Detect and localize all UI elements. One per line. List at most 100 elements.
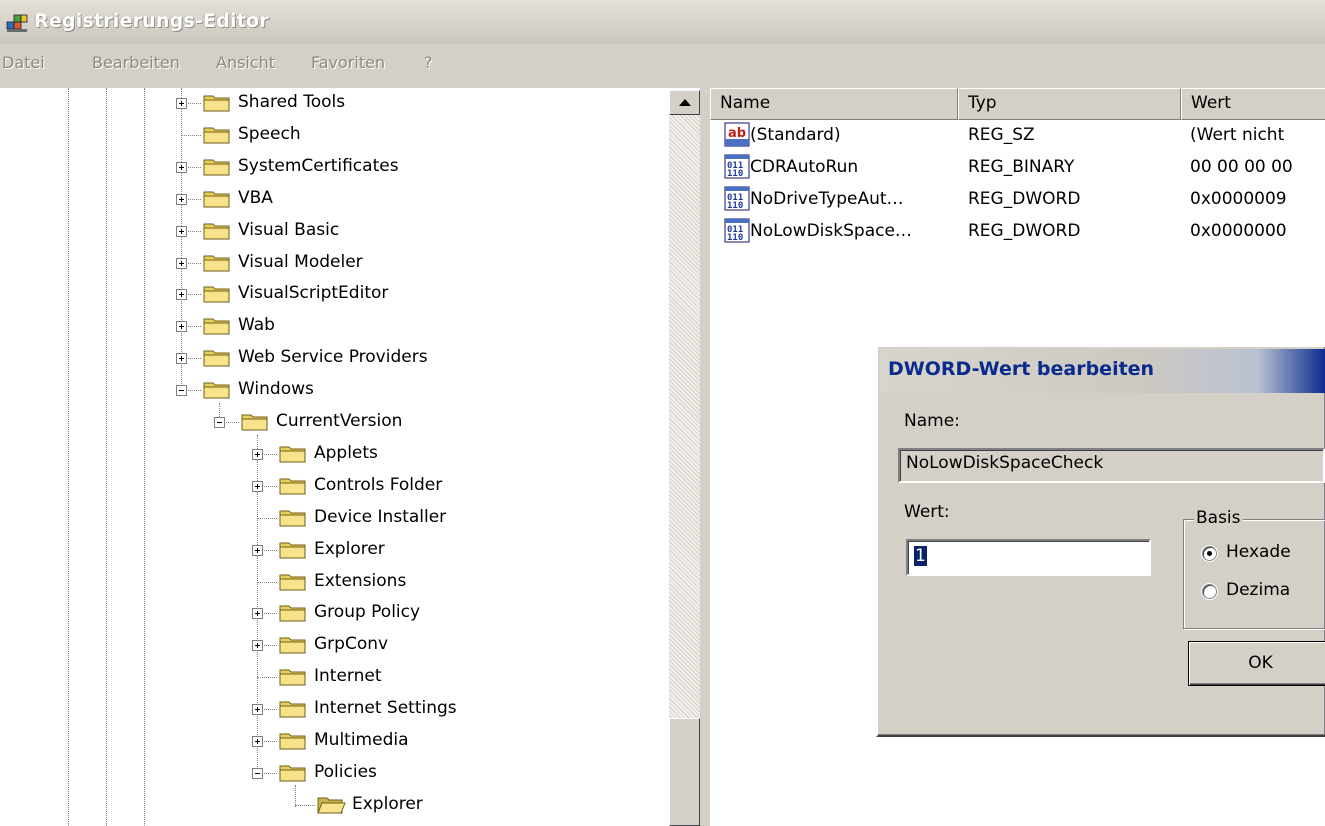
svg-text:110: 110 bbox=[727, 169, 743, 179]
expand-icon[interactable] bbox=[252, 449, 263, 460]
menu-bearbeiten[interactable]: Bearbeiten bbox=[92, 53, 180, 72]
tree-node-label[interactable]: Multimedia bbox=[314, 729, 409, 751]
scroll-thumb[interactable] bbox=[669, 718, 700, 826]
row-type: REG_BINARY bbox=[968, 157, 1075, 177]
expand-icon[interactable] bbox=[176, 353, 187, 364]
name-field[interactable]: NoLowDiskSpaceCheck bbox=[898, 448, 1325, 483]
tree-node-label[interactable]: Windows bbox=[238, 378, 314, 400]
tree-scrollbar[interactable] bbox=[669, 90, 700, 826]
column-header-name[interactable]: Name bbox=[710, 88, 958, 120]
expand-icon[interactable] bbox=[252, 704, 263, 715]
folder-icon bbox=[279, 574, 306, 591]
tree-node-label[interactable]: VisualScriptEditor bbox=[238, 282, 388, 304]
radio-hexadecimal-label[interactable]: Hexade bbox=[1226, 542, 1291, 562]
table-row[interactable]: ab (Standard) REG_SZ (Wert nicht bbox=[710, 121, 1325, 153]
row-value: 0x0000000 bbox=[1190, 221, 1287, 241]
value-label: Wert: bbox=[904, 502, 950, 522]
binary-value-icon: 011110 bbox=[724, 154, 750, 179]
value-input[interactable]: 1 bbox=[906, 539, 1151, 576]
scroll-up-button[interactable] bbox=[669, 90, 700, 115]
radio-decimal[interactable] bbox=[1202, 584, 1217, 599]
collapse-icon[interactable] bbox=[252, 768, 263, 779]
folder-icon bbox=[279, 510, 306, 527]
folder-icon bbox=[203, 95, 230, 112]
expand-icon[interactable] bbox=[176, 162, 187, 173]
folder-icon bbox=[203, 318, 230, 335]
expand-icon[interactable] bbox=[176, 289, 187, 300]
value-input-text: 1 bbox=[914, 546, 927, 566]
list-header: Name Typ Wert bbox=[710, 88, 1325, 120]
row-value: (Wert nicht bbox=[1190, 125, 1285, 145]
tree-node-label[interactable]: VBA bbox=[238, 187, 273, 209]
expand-icon[interactable] bbox=[176, 226, 187, 237]
svg-text:ab: ab bbox=[728, 126, 746, 141]
folder-icon bbox=[279, 701, 306, 718]
string-value-icon: ab bbox=[724, 122, 750, 147]
expand-icon[interactable] bbox=[176, 98, 187, 109]
table-row[interactable]: 011 110 NoLowDiskSpace… REG_DWORD 0x0000000 bbox=[710, 217, 1325, 249]
registry-tree[interactable]: Shared Tools Speech SystemCertificates VBA V… bbox=[0, 88, 700, 826]
folder-icon bbox=[279, 542, 306, 559]
svg-text:110: 110 bbox=[727, 233, 743, 243]
folder-icon bbox=[203, 159, 230, 176]
folder-icon bbox=[279, 765, 306, 782]
row-name: CDRAutoRun bbox=[750, 157, 859, 177]
title-bar: Registrierungs-Editor bbox=[0, 0, 1325, 45]
row-type: REG_SZ bbox=[968, 125, 1035, 145]
menu-help[interactable]: ? bbox=[424, 53, 433, 72]
tree-node-label[interactable]: Visual Modeler bbox=[238, 251, 363, 273]
table-row[interactable]: 011 110 NoDriveTypeAut… REG_DWORD 0x0000009 bbox=[710, 185, 1325, 217]
folder-icon bbox=[279, 637, 306, 654]
svg-text:110: 110 bbox=[727, 201, 743, 211]
edit-dword-dialog: DWORD-Wert bearbeiten Name: NoLowDiskSpa… bbox=[876, 345, 1325, 737]
tree-node-label[interactable]: Internet bbox=[314, 665, 382, 687]
tree-node-label[interactable]: CurrentVersion bbox=[276, 410, 402, 432]
menu-ansicht[interactable]: Ansicht bbox=[216, 53, 275, 72]
table-row[interactable]: 011 110 CDRAutoRun REG_BINARY 00 00 00 00 bbox=[710, 153, 1325, 185]
tree-node-label[interactable]: Shared Tools bbox=[238, 91, 345, 113]
menu-favoriten[interactable]: Favoriten bbox=[311, 53, 385, 72]
expand-icon[interactable] bbox=[176, 194, 187, 205]
expand-icon[interactable] bbox=[252, 608, 263, 619]
tree-node-label[interactable]: Internet Settings bbox=[314, 697, 457, 719]
column-header-value[interactable]: Wert bbox=[1181, 88, 1325, 120]
folder-icon bbox=[203, 286, 230, 303]
tree-node-label[interactable]: Extensions bbox=[314, 570, 406, 592]
expand-icon[interactable] bbox=[252, 545, 263, 556]
tree-node-label[interactable]: GrpConv bbox=[314, 633, 388, 655]
tree-node-label[interactable]: Wab bbox=[238, 314, 275, 336]
radio-decimal-label[interactable]: Dezima bbox=[1226, 580, 1290, 600]
tree-node-label[interactable]: Device Installer bbox=[314, 506, 446, 528]
tree-node-label[interactable]: Visual Basic bbox=[238, 219, 339, 241]
expand-icon[interactable] bbox=[252, 481, 263, 492]
tree-node-label[interactable]: Group Policy bbox=[314, 601, 420, 623]
tree-node-label[interactable]: Web Service Providers bbox=[238, 346, 428, 368]
tree-node-label[interactable]: Applets bbox=[314, 442, 378, 464]
tree-node-label[interactable]: SystemCertificates bbox=[238, 155, 399, 177]
menu-datei[interactable]: Datei bbox=[2, 53, 45, 72]
row-type: REG_DWORD bbox=[968, 189, 1081, 209]
collapse-icon[interactable] bbox=[214, 417, 225, 428]
tree-node-label[interactable]: Explorer bbox=[314, 538, 385, 560]
ok-button[interactable]: OK bbox=[1188, 641, 1325, 686]
expand-icon[interactable] bbox=[252, 736, 263, 747]
expand-icon[interactable] bbox=[252, 640, 263, 651]
folder-icon bbox=[203, 223, 230, 240]
tree-node-label[interactable]: Speech bbox=[238, 123, 301, 145]
collapse-icon[interactable] bbox=[176, 385, 187, 396]
column-header-type[interactable]: Typ bbox=[958, 88, 1181, 120]
tree-node-label[interactable]: Explorer bbox=[352, 793, 423, 815]
folder-icon bbox=[279, 733, 306, 750]
folder-icon bbox=[203, 255, 230, 272]
folder-icon bbox=[241, 414, 268, 431]
dialog-title-bar[interactable]: DWORD-Wert bearbeiten bbox=[880, 349, 1325, 393]
radio-hexadecimal[interactable] bbox=[1202, 546, 1217, 561]
pane-splitter[interactable] bbox=[700, 88, 710, 826]
expand-icon[interactable] bbox=[176, 321, 187, 332]
window-title: Registrierungs-Editor bbox=[34, 10, 269, 32]
tree-node-label[interactable]: Controls Folder bbox=[314, 474, 442, 496]
tree-node-label[interactable]: Policies bbox=[314, 761, 377, 783]
binary-value-icon: 011110 bbox=[724, 218, 750, 243]
expand-icon[interactable] bbox=[176, 258, 187, 269]
row-value: 0x0000009 bbox=[1190, 189, 1287, 209]
